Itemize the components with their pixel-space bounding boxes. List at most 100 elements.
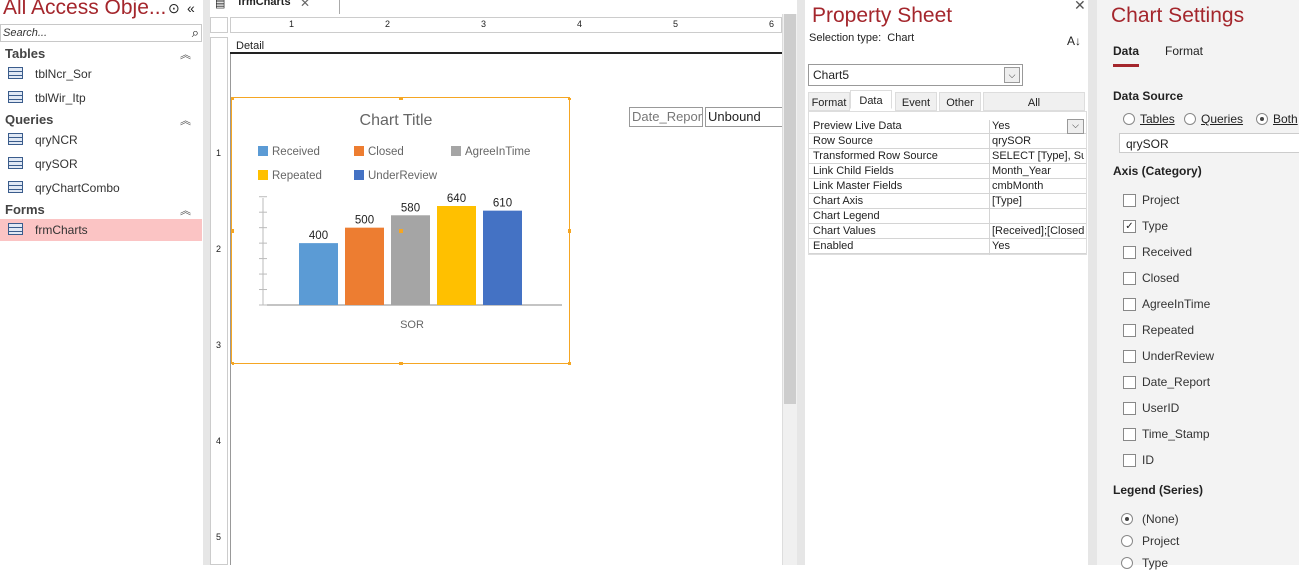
unbound-textbox[interactable]: Unbound <box>705 107 785 127</box>
nav-title[interactable]: All Access Obje... <box>3 0 166 20</box>
property-row[interactable]: Enabled Yes <box>809 239 1086 255</box>
chart-settings-pane: Chart Settings Data Format Data Source T… <box>1097 0 1299 570</box>
collapse-chevron-icon[interactable]: ︽ <box>180 202 191 218</box>
vertical-scrollbar[interactable] <box>782 14 797 565</box>
checkbox-label: UserID <box>1142 401 1180 415</box>
nav-item-tblWir_Itp[interactable]: tblWir_Itp <box>0 87 202 109</box>
vertical-ruler: 1 2 3 4 5 <box>210 37 228 565</box>
checkbox-closed[interactable] <box>1123 272 1136 285</box>
ruler-mark: 2 <box>385 19 391 29</box>
chart-svg: Chart Title Received Closed AgreeInTime Repe… <box>230 96 572 366</box>
radio-legend-project[interactable] <box>1121 535 1133 547</box>
property-grid: Preview Live Data Yes Row Source qrySOR Tran… <box>808 111 1087 255</box>
data-label: 400 <box>309 230 328 242</box>
resize-handle <box>230 362 234 366</box>
tab-frmCharts[interactable]: ▤ frmCharts ✕ <box>210 0 340 14</box>
property-value[interactable]: Month_Year <box>989 165 1084 180</box>
table-icon <box>8 67 23 79</box>
radio-tables[interactable] <box>1123 113 1135 125</box>
radio-queries[interactable] <box>1184 113 1196 125</box>
checkbox-id[interactable] <box>1123 454 1136 467</box>
legend-swatch <box>258 146 268 156</box>
tab-all[interactable]: All <box>983 92 1085 111</box>
tab-other[interactable]: Other <box>939 92 981 111</box>
property-value[interactable]: Yes <box>989 240 1084 255</box>
checkbox-agreeintime[interactable] <box>1123 298 1136 311</box>
splitter[interactable] <box>203 0 210 565</box>
tab-format[interactable]: Format <box>1165 44 1203 58</box>
object-selector[interactable]: Chart5 ⌵ <box>808 64 1023 86</box>
property-row[interactable]: Preview Live Data Yes <box>809 119 1086 135</box>
bar-underreview <box>483 210 522 305</box>
chevron-down-icon[interactable]: ⌵ <box>1004 67 1020 83</box>
legend-swatch <box>354 146 364 156</box>
collapse-chevron-icon[interactable]: ︽ <box>180 112 191 128</box>
tab-data[interactable]: Data <box>1113 44 1140 67</box>
data-label: 610 <box>493 198 512 210</box>
property-value[interactable]: [Type] <box>989 195 1084 210</box>
nav-item-qrySOR[interactable]: qrySOR <box>0 153 202 175</box>
form-icon: ▤ <box>215 0 226 10</box>
property-value[interactable]: SELECT [Type], Sum <box>989 150 1084 165</box>
checkbox-label: Closed <box>1142 271 1180 285</box>
checkbox-type[interactable]: ✓ <box>1123 220 1136 233</box>
sort-az-icon[interactable]: A↓ <box>1067 34 1081 48</box>
property-value[interactable] <box>989 210 1084 225</box>
detail-section-bar[interactable]: Detail <box>230 37 782 54</box>
property-name: Link Master Fields <box>813 180 903 192</box>
checkbox-underreview[interactable] <box>1123 350 1136 363</box>
property-row[interactable]: Link Child Fields Month_Year <box>809 164 1086 180</box>
property-value[interactable]: cmbMonth <box>989 180 1084 195</box>
property-name: Transformed Row Source <box>813 150 938 162</box>
chart-control[interactable]: Chart Title Received Closed AgreeInTime Repe… <box>230 96 572 366</box>
nav-item-frmCharts[interactable]: frmCharts <box>0 219 202 241</box>
tab-event[interactable]: Event <box>895 92 937 111</box>
nav-item-qryChartCombo[interactable]: qryChartCombo <box>0 177 202 199</box>
close-icon[interactable]: ✕ <box>1074 0 1086 14</box>
group-queries[interactable]: Queries ︽ <box>5 112 197 127</box>
property-value[interactable]: qrySOR <box>989 135 1084 150</box>
group-label: Forms <box>5 202 45 217</box>
data-source-select[interactable]: qrySOR <box>1119 133 1299 153</box>
search-icon[interactable]: ⌕ <box>192 25 199 41</box>
search-input[interactable]: Search... ⌕ <box>0 24 202 42</box>
nav-item-tblNcr_Sor[interactable]: tblNcr_Sor <box>0 63 202 85</box>
object-name: Chart5 <box>813 68 850 82</box>
property-row[interactable]: Chart Values [Received];[Closed] <box>809 224 1086 240</box>
splitter[interactable] <box>1088 0 1097 565</box>
nav-item-qryNCR[interactable]: qryNCR <box>0 129 202 151</box>
property-row[interactable]: Transformed Row Source SELECT [Type], Sum <box>809 149 1086 165</box>
property-row[interactable]: Chart Axis [Type] <box>809 194 1086 210</box>
checkbox-time_stamp[interactable] <box>1123 428 1136 441</box>
checkbox-userid[interactable] <box>1123 402 1136 415</box>
legend-label: Received <box>272 146 320 158</box>
checkbox-project[interactable] <box>1123 194 1136 207</box>
tab-format[interactable]: Format <box>808 92 850 111</box>
property-row[interactable]: Chart Legend <box>809 209 1086 225</box>
radio-legend-type[interactable] <box>1121 557 1133 569</box>
checkbox-repeated[interactable] <box>1123 324 1136 337</box>
property-row[interactable]: Link Master Fields cmbMonth <box>809 179 1086 195</box>
tab-data[interactable]: Data <box>850 90 892 109</box>
splitter[interactable] <box>797 0 805 565</box>
radio-legend-none[interactable] <box>1121 513 1133 525</box>
property-row[interactable]: Row Source qrySOR <box>809 134 1086 150</box>
radio-label: Queries <box>1201 112 1244 126</box>
close-icon[interactable]: ✕ <box>300 0 310 10</box>
resize-handle <box>568 362 572 366</box>
chevron-down-icon[interactable]: ⌵ <box>1067 119 1084 134</box>
radio-both[interactable] <box>1256 113 1268 125</box>
ruler-mark: 1 <box>216 148 222 158</box>
checkbox-label: Repeated <box>1142 323 1195 337</box>
nav-item-label: qryChartCombo <box>35 181 120 195</box>
property-value[interactable]: [Received];[Closed] <box>989 225 1084 240</box>
group-tables[interactable]: Tables ︽ <box>5 46 197 61</box>
checkbox-date_report[interactable] <box>1123 376 1136 389</box>
checkbox-received[interactable] <box>1123 246 1136 259</box>
date-report-label[interactable]: Date_Repor <box>629 107 703 127</box>
chart-title: Chart Title <box>360 112 433 129</box>
nav-menu-icon[interactable]: ⊙ <box>168 0 180 17</box>
collapse-icon[interactable]: « <box>187 0 195 16</box>
group-forms[interactable]: Forms ︽ <box>5 202 197 217</box>
collapse-chevron-icon[interactable]: ︽ <box>180 46 191 62</box>
